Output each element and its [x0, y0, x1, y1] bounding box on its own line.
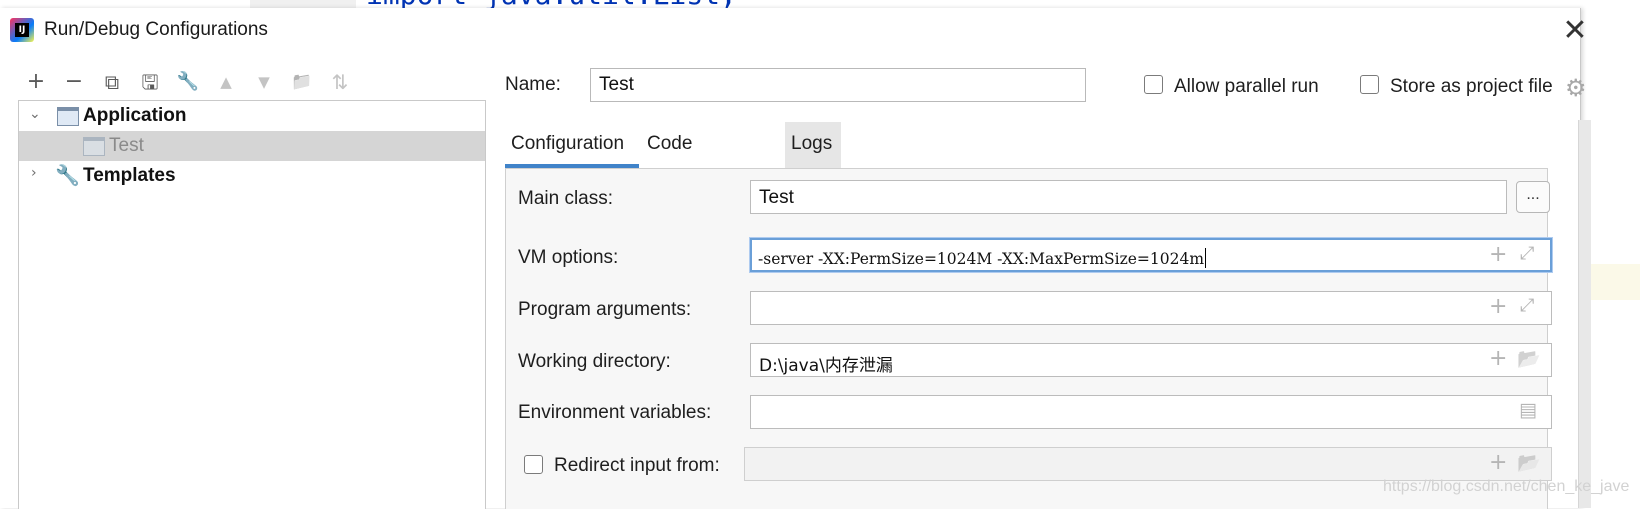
environment-variables-label: Environment variables:	[518, 402, 712, 423]
redirect-input-checkbox[interactable]	[524, 455, 543, 474]
tab-logs[interactable]: Logs	[785, 122, 841, 168]
document-icon[interactable]: ▤	[1519, 399, 1537, 421]
environment-variables-field[interactable]: ▤	[750, 395, 1552, 429]
application-icon	[57, 107, 79, 126]
expand-icon[interactable]: ⤢	[1520, 295, 1534, 316]
logo-text: IJ	[15, 23, 29, 37]
store-project-checkbox[interactable]	[1360, 75, 1379, 94]
wrench-icon[interactable]: 🔧	[174, 68, 202, 96]
plus-icon[interactable]: +	[1489, 242, 1507, 267]
program-arguments-label: Program arguments:	[518, 299, 692, 320]
allow-parallel-label: Allow parallel run	[1174, 76, 1319, 97]
tree-item-application[interactable]: ⌄ Application	[19, 101, 485, 131]
redirect-input-label: Redirect input from:	[554, 455, 720, 476]
new-folder-icon[interactable]: 📁	[288, 68, 316, 96]
vertical-scrollbar[interactable]	[1578, 120, 1591, 508]
application-config-icon	[83, 137, 105, 156]
chevron-down-icon[interactable]: ⌄	[29, 106, 41, 122]
close-icon[interactable]: ✕	[1558, 14, 1592, 48]
main-class-value: Test	[759, 187, 794, 208]
main-class-label: Main class:	[518, 188, 614, 209]
copy-icon[interactable]: ⧉	[98, 68, 126, 96]
move-up-icon[interactable]: ▲	[212, 68, 240, 96]
expand-icon[interactable]: ⤢	[1520, 243, 1534, 264]
tab-code-coverage[interactable]: Code Coverage	[641, 122, 783, 198]
dialog-title: Run/Debug Configurations	[44, 19, 268, 40]
config-tree: ⌄ Application Test › 🔧 Templates	[18, 100, 486, 509]
tab-configuration[interactable]: Configuration	[505, 122, 639, 168]
editor-background: import java.util.List;	[0, 0, 1640, 8]
remove-icon[interactable]: −	[60, 68, 88, 96]
tree-item-label: Application	[83, 105, 187, 126]
intellij-logo-icon: IJ	[10, 18, 34, 42]
program-arguments-field[interactable]: + ⤢	[750, 291, 1552, 325]
redirect-input-field[interactable]: + 📂	[744, 447, 1552, 481]
plus-icon[interactable]: +	[1489, 450, 1507, 475]
folder-icon[interactable]: 📂	[1517, 451, 1541, 474]
text-caret	[1205, 248, 1207, 268]
browse-main-class-button[interactable]: ...	[1516, 181, 1550, 213]
tree-item-templates[interactable]: › 🔧 Templates	[19, 161, 485, 191]
editor-gutter	[250, 0, 356, 8]
allow-parallel-checkbox[interactable]	[1144, 75, 1163, 94]
sort-icon[interactable]: ⇅	[326, 68, 354, 96]
vm-options-text: -server -XX:PermSize=1024M -XX:MaxPermSi…	[758, 250, 1205, 268]
gear-icon[interactable]: ⚙	[1565, 74, 1587, 102]
tree-item-label: Templates	[83, 165, 176, 186]
folder-icon[interactable]: 📂	[1517, 347, 1541, 370]
name-input[interactable]	[590, 68, 1086, 102]
vm-options-label: VM options:	[518, 247, 619, 268]
working-directory-value: D:\java\内存泄漏	[759, 356, 893, 376]
chevron-right-icon[interactable]: ›	[31, 165, 37, 181]
editor-code-fragment: import java.util.List;	[366, 0, 737, 8]
wrench-icon: 🔧	[55, 163, 80, 187]
vm-options-field[interactable]: -server -XX:PermSize=1024M -XX:MaxPermSi…	[750, 238, 1552, 272]
main-class-field[interactable]: Test	[750, 180, 1507, 214]
plus-icon[interactable]: +	[1489, 294, 1507, 319]
plus-icon[interactable]: +	[1489, 346, 1507, 371]
watermark-text: https://blog.csdn.net/chen_ke_jave	[1383, 478, 1630, 495]
tree-item-test[interactable]: Test	[19, 131, 485, 161]
store-project-label: Store as project file	[1390, 76, 1553, 97]
vm-options-value: -server -XX:PermSize=1024M -XX:MaxPermSi…	[758, 248, 1207, 268]
working-directory-field[interactable]: D:\java\内存泄漏 + 📂	[750, 343, 1552, 377]
name-label: Name:	[505, 74, 561, 95]
add-icon[interactable]: +	[22, 68, 50, 96]
move-down-icon[interactable]: ▼	[250, 68, 278, 96]
tree-item-label: Test	[109, 135, 144, 156]
save-icon[interactable]: 🖫	[136, 68, 164, 96]
working-directory-label: Working directory:	[518, 351, 671, 372]
